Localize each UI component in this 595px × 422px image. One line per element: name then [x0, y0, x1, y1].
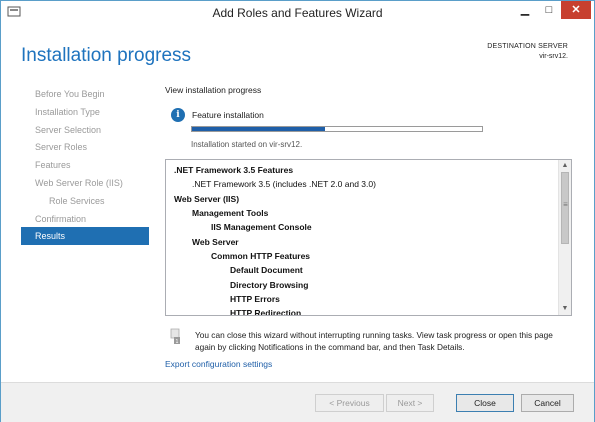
sidebar-item-results[interactable]: Results: [21, 227, 149, 245]
scroll-down-arrow-icon[interactable]: ▼: [559, 303, 571, 315]
previous-button[interactable]: < Previous: [315, 394, 384, 412]
info-icon: i: [171, 108, 185, 122]
destination-server: DESTINATION SERVER vir-srv12.: [487, 42, 568, 62]
close-window-button[interactable]: ✕: [561, 1, 591, 19]
result-line: Default Document: [230, 265, 303, 275]
installation-progress-bar: [191, 126, 483, 132]
result-line: HTTP Redirection: [230, 308, 302, 316]
svg-text:1: 1: [175, 339, 178, 345]
sidebar-item-role-services: Role Services: [49, 196, 105, 206]
result-line: Management Tools: [192, 208, 269, 218]
result-line: Web Server: [192, 237, 239, 247]
result-line: Common HTTP Features: [211, 251, 311, 261]
results-list[interactable]: .NET Framework 3.5 Features .NET Framewo…: [165, 159, 572, 316]
scrollbar-thumb[interactable]: ≡: [561, 172, 569, 244]
wizard-footer: < Previous Next > Close Cancel: [1, 382, 594, 422]
sidebar-item-features: Features: [35, 160, 71, 170]
close-wizard-note: You can close this wizard without interr…: [195, 330, 553, 352]
page-title: Installation progress: [21, 45, 192, 66]
installation-started-text: Installation started on vir-srv12.: [191, 140, 303, 149]
notification-flag-icon: 1: [170, 328, 180, 345]
sidebar-item-installation-type: Installation Type: [35, 107, 100, 117]
result-line: .NET Framework 3.5 (includes .NET 2.0 an…: [192, 179, 376, 189]
cancel-button[interactable]: Cancel: [521, 394, 574, 412]
result-line: Directory Browsing: [230, 280, 309, 290]
close-button[interactable]: Close: [456, 394, 514, 412]
sidebar-item-server-selection: Server Selection: [35, 125, 102, 135]
result-line: .NET Framework 3.5 Features: [174, 165, 294, 175]
sidebar-item-server-roles: Server Roles: [35, 142, 88, 152]
wizard-header: Installation progress DESTINATION SERVER…: [1, 25, 594, 83]
scroll-up-arrow-icon[interactable]: ▲: [559, 160, 571, 172]
title-bar[interactable]: Add Roles and Features Wizard ▁ □ ✕: [1, 1, 594, 25]
destination-server-value: vir-srv12.: [539, 53, 568, 60]
sidebar-item-before-you-begin: Before You Begin: [35, 89, 105, 99]
maximize-button[interactable]: □: [537, 1, 561, 19]
sidebar-item-confirmation: Confirmation: [35, 214, 87, 224]
grip-icon: ≡: [563, 200, 568, 209]
result-line: HTTP Errors: [230, 294, 280, 304]
window-title: Add Roles and Features Wizard: [212, 6, 383, 20]
view-progress-label: View installation progress: [165, 85, 262, 95]
result-line: IIS Management Console: [211, 222, 312, 232]
feature-installation-label: Feature installation: [192, 110, 264, 120]
minimize-button[interactable]: ▁: [513, 1, 537, 19]
destination-server-label: DESTINATION SERVER: [487, 43, 568, 50]
result-line: Web Server (IIS): [174, 194, 240, 204]
progress-fill: [192, 127, 326, 131]
export-configuration-link[interactable]: Export configuration settings: [165, 359, 272, 369]
next-button[interactable]: Next >: [386, 394, 434, 412]
sidebar-item-web-server-role: Web Server Role (IIS): [35, 178, 123, 188]
wizard-window: Add Roles and Features Wizard ▁ □ ✕ Inst…: [0, 0, 595, 422]
results-scrollbar[interactable]: ▲ ≡ ▼: [558, 160, 571, 315]
